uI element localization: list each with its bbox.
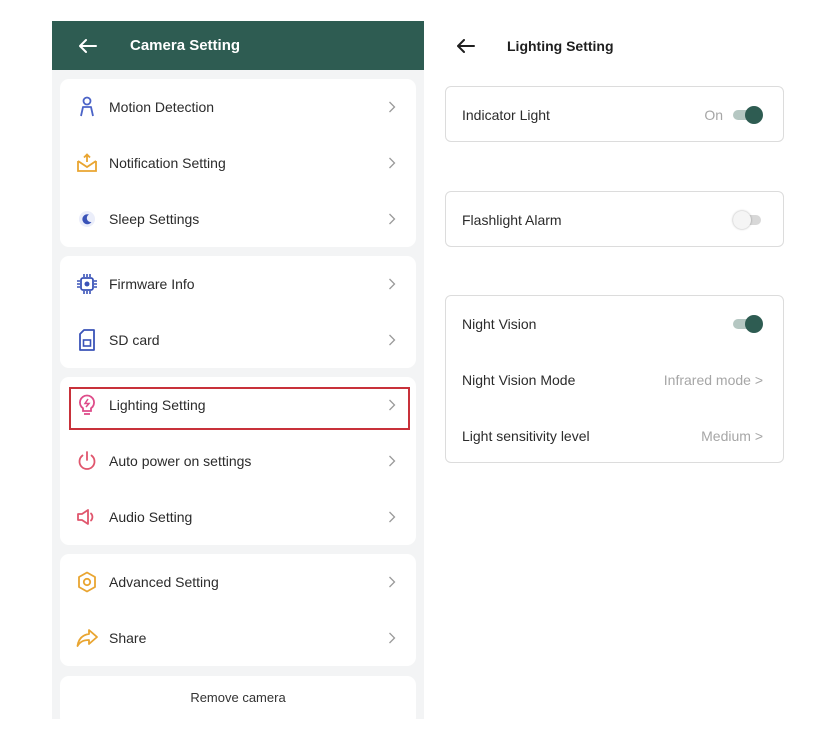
- menu-item-share[interactable]: Share: [60, 610, 416, 666]
- chevron-right-icon: [389, 455, 396, 467]
- chevron-right-icon: [389, 399, 396, 411]
- share-icon: [76, 627, 98, 649]
- flashlight-alarm-row: Flashlight Alarm: [446, 192, 783, 248]
- night-vision-label: Night Vision: [462, 316, 537, 332]
- power-icon: [76, 450, 98, 472]
- indicator-light-toggle[interactable]: [733, 105, 763, 125]
- chevron-right-icon: [389, 278, 396, 290]
- settings-group-2: Firmware Info SD card: [60, 256, 416, 368]
- menu-item-label: Motion Detection: [109, 99, 215, 115]
- menu-item-label: Advanced Setting: [109, 574, 219, 590]
- chevron-right-icon: [389, 576, 396, 588]
- page-title: Camera Setting: [130, 37, 241, 54]
- light-sensitivity-row[interactable]: Light sensitivity level Medium >: [446, 408, 783, 464]
- chevron-right-icon: [389, 632, 396, 644]
- chevron-right-icon: [389, 101, 396, 113]
- page-title: Lighting Setting: [507, 37, 614, 54]
- night-vision-mode-row[interactable]: Night Vision Mode Infrared mode >: [446, 352, 783, 408]
- moon-icon: [76, 208, 98, 230]
- lighting-setting-header: Lighting Setting: [445, 21, 790, 70]
- menu-item-advanced-setting[interactable]: Advanced Setting: [60, 554, 416, 610]
- menu-item-label: Sleep Settings: [109, 211, 200, 227]
- flashlight-alarm-label: Flashlight Alarm: [462, 212, 562, 228]
- chevron-right-icon: [389, 213, 396, 225]
- flashlight-alarm-toggle[interactable]: [733, 210, 763, 230]
- speaker-icon: [76, 506, 98, 528]
- menu-item-sleep-settings[interactable]: Sleep Settings: [60, 191, 416, 247]
- camera-setting-header: Camera Setting: [52, 21, 424, 70]
- night-vision-row: Night Vision: [446, 296, 783, 352]
- menu-item-label: SD card: [109, 332, 160, 348]
- menu-item-audio-setting[interactable]: Audio Setting: [60, 489, 416, 545]
- back-arrow-icon[interactable]: [457, 38, 479, 53]
- menu-item-label: Notification Setting: [109, 155, 226, 171]
- menu-item-label: Auto power on settings: [109, 453, 252, 469]
- mail-icon: [76, 152, 98, 174]
- chevron-right-icon: [389, 511, 396, 523]
- chevron-right-icon: [389, 157, 396, 169]
- night-vision-toggle[interactable]: [733, 314, 763, 334]
- menu-item-label: Share: [109, 630, 147, 646]
- chevron-right-icon: [389, 334, 396, 346]
- settings-group-3: Lighting Setting Auto power on settings …: [60, 377, 416, 545]
- menu-item-motion-detection[interactable]: Motion Detection: [60, 79, 416, 135]
- menu-item-label: Firmware Info: [109, 276, 195, 292]
- settings-group-1: Motion Detection Notification Setting Sl…: [60, 79, 416, 247]
- night-vision-mode-value: Infrared mode >: [663, 372, 763, 388]
- back-arrow-icon[interactable]: [79, 38, 106, 53]
- bulb-icon: [76, 394, 98, 416]
- menu-item-sd-card[interactable]: SD card: [60, 312, 416, 368]
- indicator-light-label: Indicator Light: [462, 107, 550, 123]
- hexagon-icon: [76, 571, 98, 593]
- night-vision-mode-label: Night Vision Mode: [462, 372, 576, 388]
- flashlight-alarm-card: Flashlight Alarm: [445, 191, 784, 247]
- menu-item-label: Audio Setting: [109, 509, 193, 525]
- light-sensitivity-label: Light sensitivity level: [462, 428, 590, 444]
- menu-item-label: Lighting Setting: [109, 397, 206, 413]
- indicator-light-value: On: [704, 107, 723, 123]
- light-sensitivity-value: Medium >: [701, 428, 763, 444]
- indicator-light-row: Indicator Light On: [446, 87, 783, 143]
- night-vision-card: Night Vision Night Vision Mode Infrared …: [445, 295, 784, 463]
- menu-item-lighting-setting[interactable]: Lighting Setting: [60, 377, 416, 433]
- remove-camera-button[interactable]: Remove camera: [60, 676, 416, 719]
- person-icon: [76, 96, 98, 118]
- settings-group-4: Advanced Setting Share: [60, 554, 416, 666]
- menu-item-firmware-info[interactable]: Firmware Info: [60, 256, 416, 312]
- sd-card-icon: [76, 329, 98, 351]
- menu-item-auto-power-on[interactable]: Auto power on settings: [60, 433, 416, 489]
- indicator-light-card: Indicator Light On: [445, 86, 784, 142]
- camera-setting-panel: Camera Setting Motion Detection Notifica…: [52, 21, 424, 719]
- menu-item-notification-setting[interactable]: Notification Setting: [60, 135, 416, 191]
- chip-icon: [76, 273, 98, 295]
